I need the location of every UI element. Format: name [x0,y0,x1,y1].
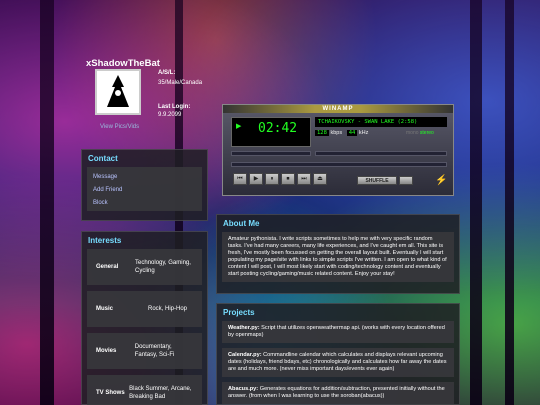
winamp-bitrate: 128 kbps 44 kHz [315,130,368,136]
profile-username: xShadowTheBat [86,58,160,69]
block-link[interactable]: Block [93,197,196,210]
interest-key: Movies [96,348,117,354]
projects-title: Projects [223,308,255,317]
khz-value: 44 [346,130,358,136]
tree-trunk [505,0,514,405]
previous-button[interactable]: ⏮ [233,173,247,185]
interest-value: Black Summer, Arcane, Breaking Bad [129,386,192,400]
tree-trunk [470,0,482,405]
project-name[interactable]: Abacus.py: [228,386,258,392]
interest-row: Movies Documentary, Fantasy, Sci-Fi [87,333,202,369]
avatar[interactable] [95,69,141,115]
play-button[interactable]: ▶ [249,173,263,185]
project-item: Weather.py: Script that utilizes openwea… [222,321,454,343]
kbps-label: kbps [330,130,343,136]
contact-links: Message Add Friend Block [87,167,202,211]
winamp-title[interactable]: WINAMP [223,105,453,113]
seek-bar[interactable] [231,162,447,167]
project-item: Calendar.py: Commandline calendar which … [222,348,454,377]
about-title: About Me [223,219,260,228]
interest-key: TV Shows [96,390,125,396]
winamp-track-title: TCHAIKOVSKY - SWAN LAKE (2:58) [315,117,447,127]
contact-title: Contact [88,154,118,163]
interests-title: Interests [88,236,122,245]
project-desc: Generates equations for addition/subtrac… [228,386,445,399]
view-pics-link[interactable]: View Pics/Vids [100,124,139,130]
interest-row: Music Rock, Hip-Hop [87,291,202,327]
winamp-time: 02:42 [258,121,298,136]
balance-slider[interactable] [315,151,447,156]
interest-value: Rock, Hip-Hop [148,306,188,312]
khz-label: kHz [358,130,369,136]
volume-slider[interactable] [231,151,311,156]
message-link[interactable]: Message [93,171,196,184]
project-name[interactable]: Weather.py: [228,325,260,331]
next-button[interactable]: ⏭ [297,173,311,185]
interest-row: General Technology, Gaming, Cycling [87,249,202,285]
add-friend-link[interactable]: Add Friend [93,184,196,197]
interest-row: TV Shows Black Summer, Arcane, Breaking … [87,375,202,405]
shuffle-button[interactable]: SHUFFLE [357,176,397,185]
about-panel: About Me Amateur pythonista. I write scr… [216,214,460,294]
asl-value: 35/Male/Canada [158,80,203,86]
stop-button[interactable]: ⏹ [281,173,295,185]
last-login-value: 9.9.2099 [158,112,182,118]
stereo-label: stereo [419,130,434,136]
mono-label: mono [406,130,419,136]
eject-button[interactable]: ⏏ [313,173,327,185]
winamp-display: ▶ 02:42 [231,117,311,147]
project-item: Abacus.py: Generates equations for addit… [222,382,454,404]
interest-key: General [96,264,119,270]
lightning-icon: ⚡ [435,175,448,186]
tree-trunk [40,0,54,405]
interests-panel: Interests General Technology, Gaming, Cy… [81,231,208,405]
last-login-label: Last Login: [158,104,191,110]
about-text: Amateur pythonista. I write scripts some… [222,232,454,282]
pause-button[interactable]: ⏸ [265,173,279,185]
interest-value: Technology, Gaming, Cycling [135,260,191,274]
project-desc: Script that utilizes openweathermap api.… [228,325,445,338]
play-indicator-icon: ▶ [236,123,242,130]
contact-panel: Contact Message Add Friend Block [81,149,208,221]
avatar-figure-icon [107,75,129,107]
project-name[interactable]: Calendar.py: [228,352,262,358]
interest-key: Music [96,306,114,312]
channel-mode: mono stereo [406,130,434,136]
transport-controls: ⏮ ▶ ⏸ ⏹ ⏭ ⏏ [233,173,327,185]
asl-label: A/S/L: [158,70,176,76]
repeat-button[interactable] [399,176,413,185]
interest-value: Documentary, Fantasy, Sci-Fi [134,344,175,358]
kbps-value: 128 [315,130,329,136]
winamp-player: WINAMP ▶ 02:42 TCHAIKOVSKY - SWAN LAKE (… [222,104,454,196]
projects-panel: Projects Weather.py: Script that utilize… [216,303,460,405]
